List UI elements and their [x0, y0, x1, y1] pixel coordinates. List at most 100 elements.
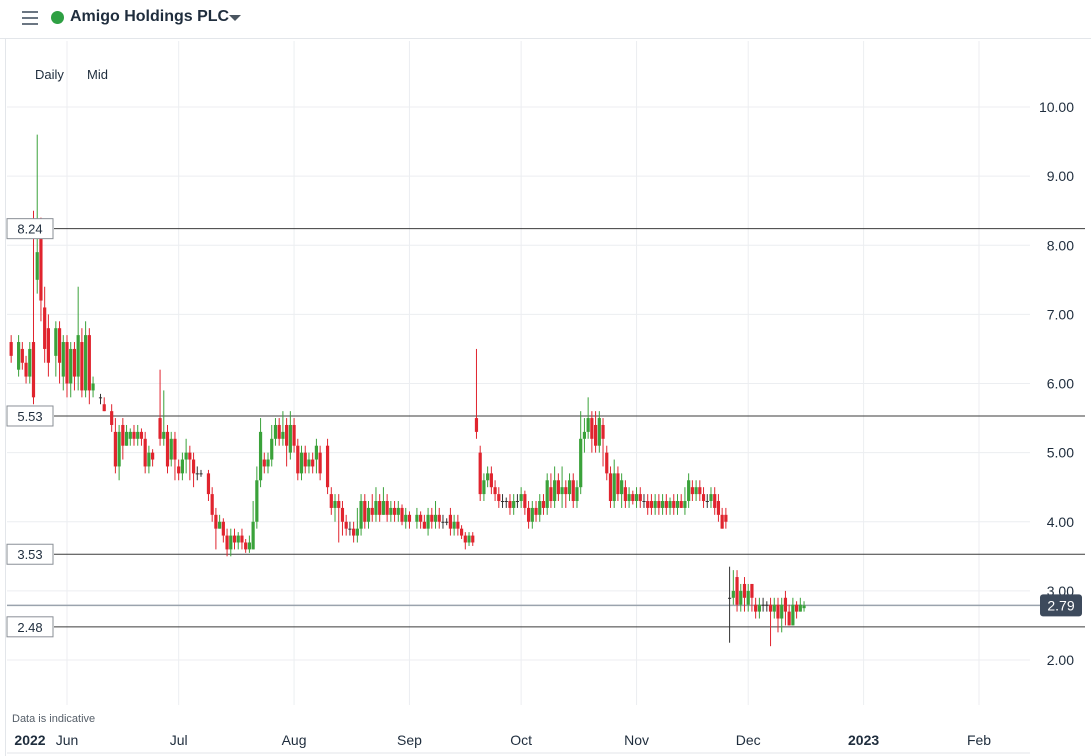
candle [363, 494, 367, 529]
candle-body [590, 418, 594, 439]
candle-body [523, 494, 527, 508]
candle [560, 466, 564, 508]
candle-body [110, 411, 114, 425]
candle-body [664, 501, 668, 508]
candle [422, 514, 426, 529]
candle [672, 494, 676, 515]
candle-body [307, 459, 311, 467]
candle-body [701, 494, 706, 502]
candle [467, 532, 471, 546]
level-tag: 2.48 [6, 616, 54, 638]
last-price-tag: 2.79 [1040, 594, 1082, 617]
candle-body [87, 335, 91, 391]
candle-body [54, 328, 58, 356]
candle-body [627, 494, 631, 502]
candle-body [530, 507, 534, 522]
y-tick-label: 7.00 [1047, 306, 1074, 322]
price-chart[interactable]: 2.003.004.005.006.007.008.009.0010.00 20… [0, 0, 1091, 756]
candle [329, 487, 333, 515]
candle-body [515, 501, 520, 503]
candle [582, 418, 587, 453]
candle-body [783, 597, 788, 612]
candle [441, 514, 445, 529]
candle-body [489, 473, 493, 488]
candle [701, 487, 706, 508]
candle [333, 494, 337, 522]
candle-body [493, 487, 497, 495]
candle-body [121, 424, 125, 446]
candle [471, 532, 475, 546]
candle [675, 494, 680, 515]
candle-body [303, 452, 307, 467]
candle-body [374, 501, 378, 515]
last-price-label: 2.79 [1047, 597, 1074, 613]
candle-body [761, 604, 765, 606]
candle [649, 494, 654, 515]
candle-body [136, 431, 140, 439]
candle [162, 390, 166, 446]
candle-body [80, 342, 84, 391]
candle [567, 473, 572, 502]
candle-body [128, 431, 132, 439]
candle [24, 355, 28, 384]
candle [352, 521, 356, 543]
candle-body [478, 452, 482, 495]
candle [132, 424, 136, 446]
candle [180, 452, 184, 481]
candle [359, 494, 363, 536]
candle-body [541, 501, 546, 508]
candle-body [623, 487, 627, 502]
candle [348, 521, 352, 536]
candle [716, 494, 721, 522]
candle-body [474, 418, 479, 432]
candle [612, 459, 616, 508]
candle-body [731, 590, 735, 598]
candle [731, 570, 735, 605]
candle [564, 480, 568, 508]
candle [620, 473, 624, 508]
candle-body [746, 590, 750, 605]
candle-body [612, 473, 616, 502]
candle-body [575, 487, 579, 502]
candle [389, 501, 393, 522]
candle [683, 487, 687, 515]
candle-body [273, 424, 278, 439]
candle [549, 473, 553, 508]
candle-body [582, 431, 587, 439]
candle-body [556, 480, 560, 495]
candle-body [147, 452, 151, 467]
candle [296, 438, 300, 481]
candle-body [31, 342, 36, 398]
candle-body [385, 501, 389, 515]
candle [188, 445, 192, 481]
candle-body [240, 535, 244, 543]
candle-body [620, 480, 624, 495]
candle [426, 507, 430, 536]
candle-body [281, 431, 285, 439]
level-tag-label: 2.48 [17, 620, 42, 635]
candle-body [258, 431, 263, 481]
candle [523, 490, 527, 515]
candle [407, 511, 412, 529]
candle-body [262, 459, 266, 467]
candle-body [638, 494, 642, 502]
candle-body [445, 521, 449, 523]
candle [266, 452, 270, 474]
candle-body [586, 418, 590, 432]
candle-body [270, 438, 274, 460]
candle-body [735, 577, 739, 605]
candle-body [571, 480, 575, 502]
candle-body [795, 604, 799, 612]
candle-body [593, 424, 598, 446]
candle-body [742, 583, 747, 598]
candle-body [28, 348, 32, 377]
candle [288, 411, 292, 460]
candle [35, 134, 39, 294]
candle-body [340, 507, 345, 522]
candle-body [404, 514, 408, 522]
candle [742, 577, 747, 612]
candle-body [158, 418, 162, 439]
candle [128, 428, 132, 446]
candle-body [486, 473, 490, 481]
candle [720, 507, 724, 529]
